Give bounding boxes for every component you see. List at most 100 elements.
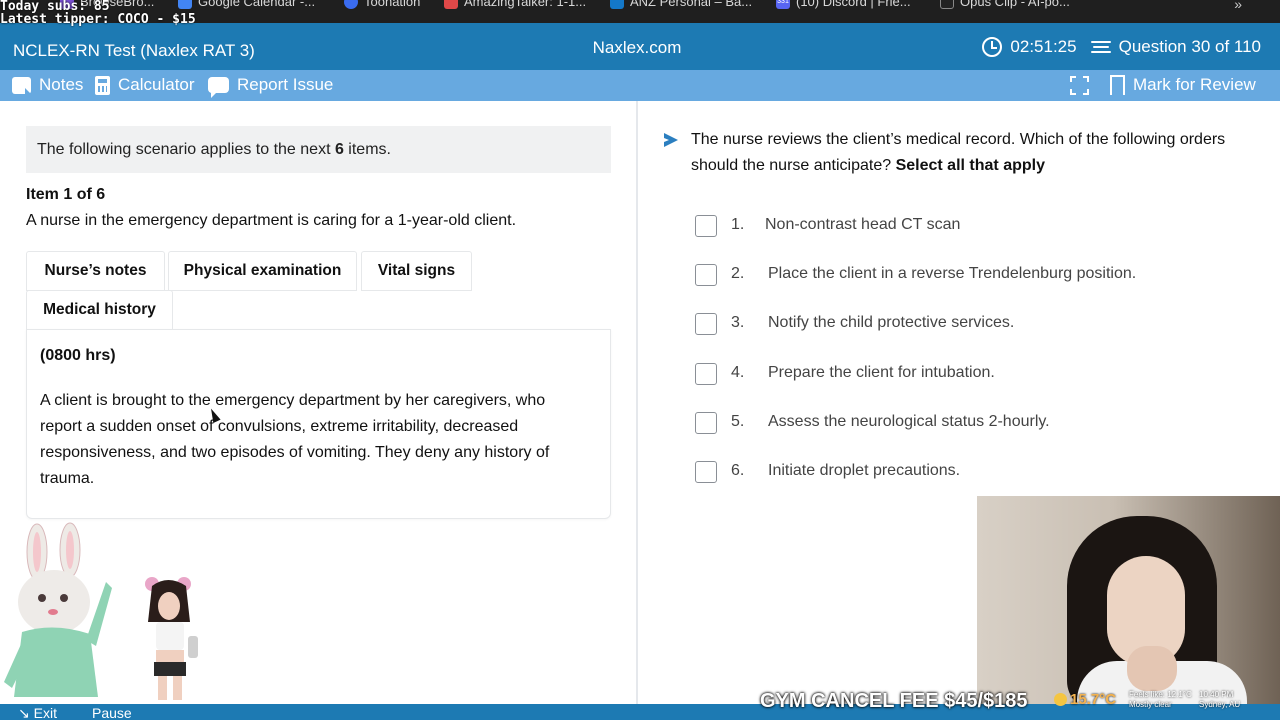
weather-widget: 15.7°C Feels like: 12.1°C Mostly clear 1… [1054, 688, 1280, 712]
amazingtalker-icon [444, 0, 458, 9]
nurses-notes-panel: (0800 hrs) A client is brought to the em… [26, 329, 611, 519]
pause-button[interactable]: Pause [92, 705, 132, 720]
webcam-person-hand [1127, 646, 1177, 691]
bookmark-label: (10) Discord | Frie... [796, 0, 911, 9]
exit-button[interactable]: ↘ Exit [18, 705, 57, 720]
report-issue-label: Report Issue [237, 75, 334, 94]
tab-physical-examination[interactable]: Physical examination [168, 251, 357, 291]
opus-clip-icon [940, 0, 954, 9]
weather-temp: 15.7°C [1070, 691, 1117, 708]
checkbox[interactable] [695, 363, 717, 385]
tab-label: Vital signs [377, 262, 456, 279]
bookmark-amazingtalker[interactable]: AmazingTalker: 1-1... [444, 0, 586, 9]
report-issue-button[interactable]: Report Issue [208, 75, 334, 98]
gym-fee-overlay: GYM CANCEL FEE $45/$185 [760, 690, 1028, 712]
scenario-prefix: The following scenario applies to the ne… [37, 141, 335, 158]
option-text: Place the client in a reverse Trendelenb… [768, 265, 1137, 282]
panel-divider [636, 101, 638, 704]
bookmark-anz[interactable]: ANZ Personal – Ba... [610, 0, 752, 9]
partly-cloudy-icon [1054, 693, 1067, 706]
answer-option-4[interactable]: 4. Prepare the client for intubation. [695, 362, 995, 386]
question-list-icon [1090, 40, 1111, 54]
anz-icon [610, 0, 624, 9]
bookmark-label: AmazingTalker: 1-1... [464, 0, 587, 9]
notes-label: Notes [39, 75, 84, 94]
app-root: BrowseBro... Google Calendar -... Toonat… [0, 0, 1280, 720]
mark-for-review-button[interactable]: Mark for Review [1110, 75, 1256, 96]
question-instruction: Select all that apply [895, 157, 1045, 174]
bookmark-label: ANZ Personal – Ba... [630, 0, 753, 9]
scenario-suffix: items. [343, 141, 391, 158]
weather-time: 10:40 PM [1199, 690, 1234, 699]
note-icon [12, 76, 31, 94]
bookmark-label: Google Calendar -... [198, 0, 316, 9]
weather-condition: Mostly clear [1129, 700, 1172, 709]
calculator-icon [95, 75, 110, 95]
option-text: Assess the neurological status 2-hourly. [768, 413, 1050, 430]
option-text: Prepare the client for intubation. [768, 364, 995, 381]
weather-feels-like: Feels like: 12.1°C [1129, 690, 1192, 699]
toonation-icon [344, 0, 358, 9]
checkbox[interactable] [695, 313, 717, 335]
scenario-banner: The following scenario applies to the ne… [26, 126, 611, 173]
checkbox[interactable] [695, 264, 717, 286]
option-number: 5. [731, 413, 745, 430]
weather-location: Sydney, AU [1199, 700, 1241, 709]
tab-vital-signs[interactable]: Vital signs [361, 251, 472, 291]
scenario-count: 6 [334, 141, 344, 158]
answer-option-6[interactable]: 6. Initiate droplet precautions. [695, 460, 960, 484]
bookmark-icon [1110, 75, 1125, 96]
notes-button[interactable]: Notes [12, 75, 83, 95]
tab-label: Physical examination [183, 262, 342, 279]
question-counter: Question 30 of 110 [1118, 37, 1261, 56]
question-arrow-icon [664, 133, 678, 147]
tab-label: Nurse’s notes [44, 262, 147, 279]
discord-icon: 331 [776, 0, 790, 9]
note-body: A client is brought to the emergency dep… [40, 392, 550, 487]
option-text: Notify the child protective services. [768, 314, 1015, 331]
stream-subs-overlay: Today subs: 85 Latest tipper: COCO - $15 [0, 0, 196, 26]
timer: 02:51:25 [1010, 37, 1077, 56]
option-number: 3. [731, 314, 745, 331]
clock-icon [982, 37, 1003, 57]
bookmark-discord[interactable]: 331 (10) Discord | Frie... [776, 0, 911, 9]
option-text: Non-contrast head CT scan [765, 216, 961, 233]
streamer-avatar-image [145, 577, 198, 700]
option-number: 2. [731, 265, 745, 282]
latest-tipper-text: Latest tipper: COCO - $15 [0, 12, 196, 27]
webcam-feed [977, 496, 1280, 706]
chevron-right-icon[interactable]: » [1234, 0, 1242, 12]
bookmark-google-calendar[interactable]: Google Calendar -... [178, 0, 315, 9]
option-text: Initiate droplet precautions. [768, 462, 961, 479]
option-number: 4. [731, 364, 745, 381]
speech-bubble-icon [208, 77, 229, 98]
bookmark-label: Toonation [364, 0, 421, 9]
header-status: 02:51:25 Question 30 of 110 [982, 37, 1261, 57]
discord-badge: 331 [777, 0, 789, 5]
answer-option-2[interactable]: 2. Place the client in a reverse Trendel… [695, 263, 1136, 287]
calculator-button[interactable]: Calculator [95, 75, 195, 95]
answer-option-3[interactable]: 3. Notify the child protective services. [695, 312, 1014, 336]
item-label: Item 1 of 6 [26, 186, 106, 203]
bookmark-toonation[interactable]: Toonation [344, 0, 420, 9]
tab-medical-history[interactable]: Medical history [26, 290, 173, 330]
exam-header: NCLEX-RN Test (Naxlex RAT 3) Naxlex.com … [0, 23, 1280, 70]
bookmark-label: Opus Clip - AI-po... [960, 0, 1070, 9]
question-stem: The nurse reviews the client’s medical r… [691, 127, 1251, 179]
option-number: 6. [731, 462, 745, 479]
tab-nurses-notes[interactable]: Nurse’s notes [26, 251, 165, 291]
answer-option-5[interactable]: 5. Assess the neurological status 2-hour… [695, 411, 1050, 435]
answer-option-1[interactable]: 1. Non-contrast head CT scan [695, 214, 960, 238]
calculator-label: Calculator [118, 75, 195, 94]
checkbox[interactable] [695, 461, 717, 483]
bookmark-opus-clip[interactable]: Opus Clip - AI-po... [940, 0, 1070, 9]
bunny-mascot-image [4, 522, 112, 697]
exam-toolbar: Notes Calculator Report Issue Mark for R… [0, 70, 1280, 101]
checkbox[interactable] [695, 412, 717, 434]
checkbox[interactable] [695, 215, 717, 237]
mark-for-review-label: Mark for Review [1133, 75, 1256, 94]
item-description: A nurse in the emergency department is c… [26, 212, 517, 229]
expand-icon [1070, 76, 1089, 95]
tab-label: Medical history [43, 301, 156, 318]
fullscreen-button[interactable] [1070, 76, 1089, 95]
